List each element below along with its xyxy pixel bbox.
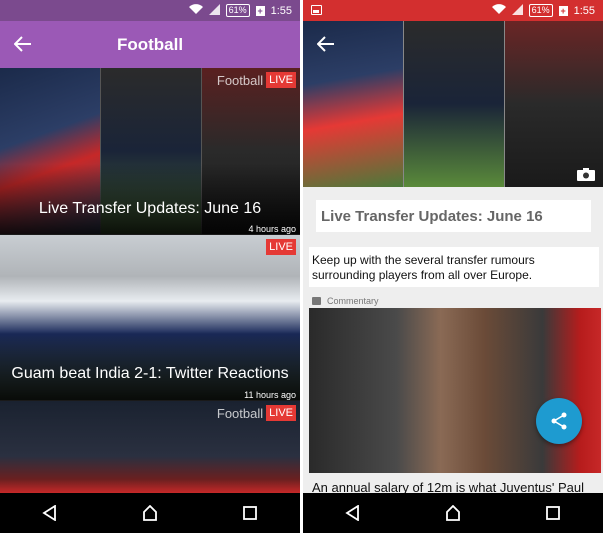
article-title: Live Transfer Updates: June 16 — [321, 207, 543, 225]
charging-icon: + — [558, 5, 568, 16]
article-time: 4 hours ago — [248, 224, 296, 234]
article-description: Keep up with the several transfer rumour… — [309, 247, 599, 287]
nav-recents-icon[interactable] — [235, 498, 265, 528]
article-title: Live Transfer Updates: June 16 — [38, 200, 262, 217]
nav-recents-icon[interactable] — [538, 498, 568, 528]
camera-icon[interactable] — [577, 168, 595, 181]
article-time: 11 hours ago — [244, 390, 296, 400]
nav-back-icon[interactable] — [338, 498, 368, 528]
commentary-header: Commentary — [312, 296, 379, 306]
article-title-box: Live Transfer Updates: June 16 — [316, 200, 591, 232]
nav-home-icon[interactable] — [135, 498, 165, 528]
live-badge: Football LIVE — [217, 405, 296, 421]
nav-home-icon[interactable] — [438, 498, 468, 528]
share-icon — [551, 412, 567, 430]
live-badge: LIVE — [266, 239, 296, 255]
image-notification-icon — [311, 5, 322, 15]
navigation-bar — [303, 493, 603, 533]
signal-icon — [511, 3, 523, 18]
article-title: Guam beat India 2-1: Twitter Reactions — [11, 365, 289, 382]
navigation-bar — [0, 493, 300, 533]
live-badge: Football LIVE — [217, 72, 296, 88]
comment-icon — [312, 297, 321, 305]
wifi-icon — [188, 3, 203, 18]
app-toolbar: Football — [0, 21, 300, 68]
nav-back-icon[interactable] — [35, 498, 65, 528]
page-title: Football — [116, 34, 184, 54]
commentary-label: Commentary — [327, 296, 379, 306]
wifi-icon — [491, 3, 506, 18]
commentary-image — [309, 308, 601, 473]
battery-level: 61% — [225, 4, 250, 17]
right-screen: 61% + 1:55 Live Transfer Updates: June 1… — [303, 0, 603, 533]
left-screen: 61% + 1:55 Football Football LIVE Live T… — [0, 0, 300, 533]
back-arrow-icon[interactable] — [10, 31, 36, 57]
signal-icon — [208, 3, 220, 18]
share-button[interactable] — [536, 398, 582, 444]
hero-image — [303, 21, 603, 187]
battery-level: 61% — [528, 4, 553, 17]
clock: 1:55 — [270, 4, 292, 17]
charging-icon: + — [255, 5, 265, 16]
status-bar: 61% + 1:55 — [303, 0, 603, 21]
back-arrow-icon[interactable] — [313, 31, 339, 57]
clock: 1:55 — [573, 4, 595, 17]
status-bar: 61% + 1:55 — [0, 0, 300, 21]
article-card[interactable]: LIVE Guam beat India 2-1: Twitter Reacti… — [0, 235, 300, 400]
article-card[interactable]: Football LIVE — [0, 401, 300, 493]
article-card[interactable]: Football LIVE Live Transfer Updates: Jun… — [0, 68, 300, 234]
